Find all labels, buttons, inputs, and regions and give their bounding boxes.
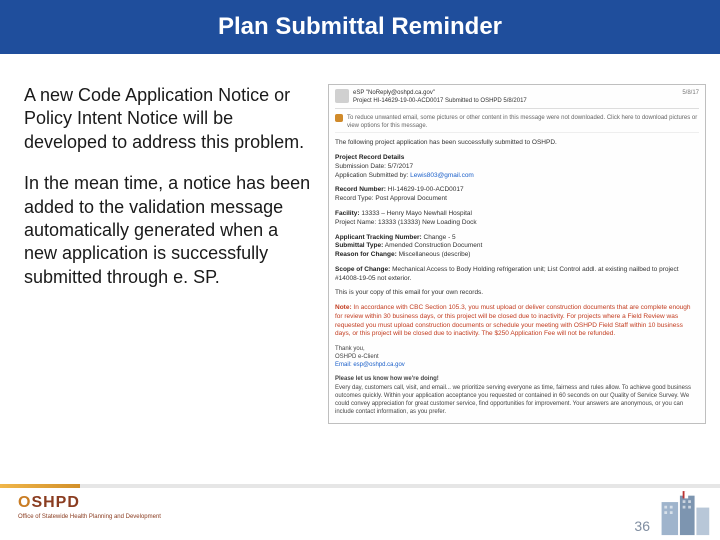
paragraph-2: In the mean time, a notice has been adde… xyxy=(24,172,314,289)
project-name-label: Project Name: xyxy=(335,219,376,226)
email-warning-text: To reduce unwanted email, some pictures … xyxy=(347,114,699,130)
reason: Miscellaneous (describe) xyxy=(399,251,471,258)
avatar-icon xyxy=(335,89,349,103)
slide-title: Plan Submittal Reminder xyxy=(218,13,502,41)
reason-label: Reason for Change: xyxy=(335,251,397,258)
tracking: Change - 5 xyxy=(424,234,456,241)
submission-date: 5/7/2017 xyxy=(388,163,413,170)
oshpd-logo: OSHPD Office of Statewide Health Plannin… xyxy=(18,494,161,520)
facility-label: Facility: xyxy=(335,210,360,217)
building-icon xyxy=(657,490,712,538)
title-bar: Plan Submittal Reminder xyxy=(0,0,720,54)
email-screenshot: eSP "NoReply@oshpd.ca.gov" Project HI-14… xyxy=(328,84,706,424)
submitted-by: Lewis803@gmail.com xyxy=(410,172,474,179)
slide-footer: OSHPD Office of Statewide Health Plannin… xyxy=(0,484,720,540)
facility: 13333 – Henry Mayo Newhall Hospital xyxy=(361,210,472,217)
thanks: Thank you, xyxy=(335,346,365,352)
logo-subtext: Office of Statewide Health Planning and … xyxy=(18,514,161,520)
note-body: In accordance with CBC Section 105.3, yo… xyxy=(335,304,691,337)
feedback-body: Every day, customers call, visit, and em… xyxy=(335,385,691,415)
paragraph-1: A new Code Application Notice or Policy … xyxy=(24,84,314,154)
copy-note: This is your copy of this email for your… xyxy=(335,289,699,298)
submittal-type-label: Submittal Type: xyxy=(335,242,383,249)
submitted-by-label: Application Submitted by: xyxy=(335,172,408,179)
email-intro: The following project application has be… xyxy=(335,139,699,148)
note-label: Note: xyxy=(335,304,352,311)
facility-block: Facility: 13333 – Henry Mayo Newhall Hos… xyxy=(335,210,699,228)
scope-label: Scope of Change: xyxy=(335,266,390,273)
email-warning-row: To reduce unwanted email, some pictures … xyxy=(335,112,699,133)
email-header-lines: eSP "NoReply@oshpd.ca.gov" Project HI-14… xyxy=(353,89,678,105)
email-date: 5/8/17 xyxy=(682,89,699,97)
footer-accent-bar xyxy=(0,484,80,488)
record-number-label: Record Number: xyxy=(335,186,386,193)
record-block: Record Number: HI-14629-19-00-ACD0017 Re… xyxy=(335,186,699,204)
sig-email: Email: esp@oshpd.ca.gov xyxy=(335,362,405,368)
note-block: Note: In accordance with CBC Section 105… xyxy=(335,304,699,339)
project-details: Project Record Details Submission Date: … xyxy=(335,154,699,180)
body-text-column: A new Code Application Notice or Policy … xyxy=(24,84,314,424)
record-type: Post Approval Document xyxy=(375,195,447,202)
sig: OSHPD e-Client xyxy=(335,354,379,360)
submittal-type: Amended Construction Document xyxy=(385,242,483,249)
email-header: eSP "NoReply@oshpd.ca.gov" Project HI-14… xyxy=(335,89,699,109)
signature-block: Thank you, OSHPD e-Client Email: esp@osh… xyxy=(335,345,699,369)
feedback-heading: Please let us know how we're doing! xyxy=(335,376,439,382)
email-subject: Project HI-14629-19-00-ACD0017 Submitted… xyxy=(353,97,678,105)
feedback-block: Please let us know how we're doing! Ever… xyxy=(335,375,699,415)
record-type-label: Record Type: xyxy=(335,195,374,202)
content-area: A new Code Application Notice or Policy … xyxy=(0,54,720,424)
tracking-heading: Applicant Tracking Number: xyxy=(335,234,422,241)
email-from: eSP "NoReply@oshpd.ca.gov" xyxy=(353,89,678,97)
submission-date-label: Submission Date: xyxy=(335,163,386,170)
page-number: 36 xyxy=(634,518,650,534)
record-number: HI-14629-19-00-ACD0017 xyxy=(388,186,464,193)
scope-block: Scope of Change: Mechanical Access to Bo… xyxy=(335,266,699,284)
details-heading: Project Record Details xyxy=(335,154,404,161)
project-name: 13333 (13333) New Loading Dock xyxy=(378,219,477,226)
tracking-block: Applicant Tracking Number: Change - 5 Su… xyxy=(335,234,699,260)
warning-icon xyxy=(335,114,343,122)
